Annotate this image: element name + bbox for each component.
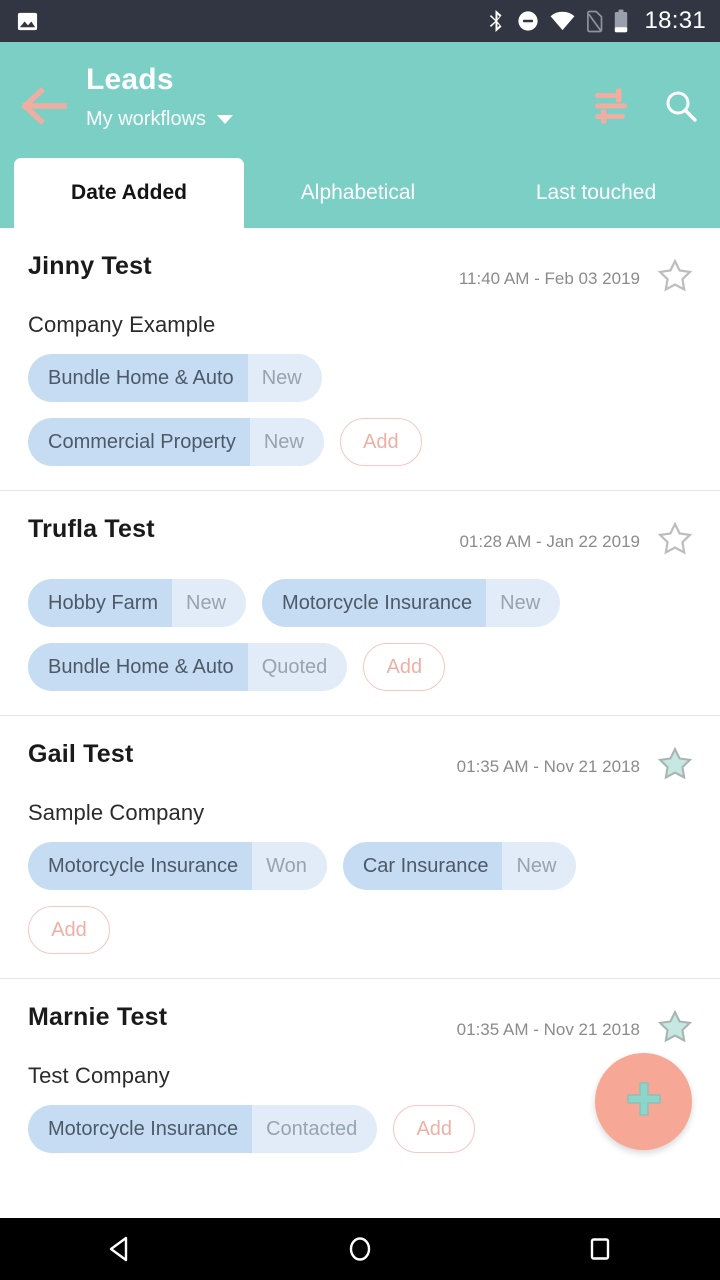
nav-home-icon[interactable]	[300, 1234, 420, 1264]
policy-chip-label: Motorcycle Insurance	[28, 1105, 253, 1153]
android-nav-bar	[0, 1218, 720, 1280]
policy-chip[interactable]: Hobby Farm New	[28, 579, 247, 627]
page-title: Leads	[86, 63, 174, 96]
chip-row: Commercial Property New Add	[28, 418, 694, 466]
policy-chip-label: Commercial Property	[28, 418, 250, 466]
policy-chip[interactable]: Motorcycle Insurance New	[262, 579, 561, 627]
policy-chip[interactable]: Car Insurance New	[342, 842, 577, 890]
policy-chip-status: New	[502, 842, 577, 890]
star-filled-icon[interactable]	[656, 1008, 694, 1051]
lead-timestamp: 01:35 AM - Nov 21 2018	[456, 1019, 640, 1039]
workflow-label: My workflows	[86, 107, 207, 130]
policy-chip-label: Motorcycle Insurance	[262, 579, 487, 627]
lead-company: Sample Company	[28, 800, 205, 825]
list-item[interactable]: Gail Test 01:35 AM - Nov 21 2018 Sample …	[0, 715, 720, 978]
policy-chip-status: New	[486, 579, 561, 627]
chip-row: Hobby Farm New Motorcycle Insurance New	[28, 579, 694, 627]
chip-row: Bundle Home & Auto Quoted Add	[28, 643, 694, 691]
star-outline-icon[interactable]	[656, 520, 694, 563]
add-policy-button[interactable]: Add	[28, 906, 110, 954]
lead-name: Trufla Test	[28, 515, 155, 543]
lead-timestamp: 01:28 AM - Jan 22 2019	[459, 531, 640, 551]
sort-tabs: Date Added Alphabetical Last touched	[0, 158, 720, 228]
add-policy-button[interactable]: Add	[393, 1105, 476, 1153]
policy-chip-status: New	[172, 579, 247, 627]
lead-header: Jinny Test 11:40 AM - Feb 03 2019	[28, 252, 694, 300]
nav-recents-icon[interactable]	[540, 1235, 660, 1263]
battery-icon	[614, 9, 628, 33]
chip-row: Motorcycle Insurance Won Car Insurance N…	[28, 842, 694, 890]
tab-alphabetical[interactable]: Alphabetical	[244, 158, 472, 228]
nav-back-icon[interactable]	[60, 1234, 180, 1264]
policy-chip[interactable]: Commercial Property New	[28, 418, 324, 466]
no-sim-icon	[586, 10, 603, 33]
search-icon[interactable]	[664, 89, 698, 128]
lead-name: Marnie Test	[28, 1003, 168, 1031]
chip-row: Add	[28, 906, 694, 954]
plus-icon	[623, 1078, 665, 1125]
app-header: Leads My workflows Date Added Alphabetic…	[0, 42, 720, 228]
back-arrow-icon[interactable]	[21, 64, 78, 131]
add-policy-button[interactable]: Add	[363, 643, 446, 691]
lead-header: Marnie Test 01:35 AM - Nov 21 2018	[28, 1003, 694, 1051]
add-lead-fab[interactable]	[595, 1053, 692, 1150]
policy-chip-status: New	[247, 354, 322, 402]
policy-chip[interactable]: Bundle Home & Auto Quoted	[28, 643, 348, 691]
chip-row: Motorcycle Insurance Contacted Add	[28, 1105, 694, 1153]
policy-chip[interactable]: Bundle Home & Auto New	[28, 354, 322, 402]
lead-timestamp: 11:40 AM - Feb 03 2019	[458, 268, 640, 288]
bluetooth-icon	[487, 9, 506, 33]
policy-chip-label: Bundle Home & Auto	[28, 354, 248, 402]
lead-name: Gail Test	[28, 740, 134, 768]
lead-company: Company Example	[28, 312, 216, 337]
phone-screen: 18:31 Leads My workflows Date Added Alph…	[0, 0, 720, 1280]
chevron-down-icon	[217, 114, 234, 124]
policy-chip-status: New	[249, 418, 324, 466]
lead-company: Test Company	[28, 1063, 170, 1088]
star-outline-icon[interactable]	[656, 257, 694, 300]
policy-chip[interactable]: Motorcycle Insurance Won	[28, 842, 327, 890]
policy-chip-label: Motorcycle Insurance	[28, 842, 253, 890]
star-filled-icon[interactable]	[656, 745, 694, 788]
policy-chip[interactable]: Motorcycle Insurance Contacted	[28, 1105, 378, 1153]
policy-chip-status: Quoted	[247, 643, 348, 691]
wifi-icon	[550, 11, 575, 31]
policy-chip-label: Car Insurance	[342, 842, 503, 890]
lead-header: Gail Test 01:35 AM - Nov 21 2018	[28, 740, 694, 788]
policy-chip-label: Hobby Farm	[28, 579, 173, 627]
policy-chip-status: Contacted	[252, 1105, 378, 1153]
chip-row: Bundle Home & Auto New	[28, 354, 694, 402]
list-item[interactable]: Jinny Test 11:40 AM - Feb 03 2019 Compan…	[0, 228, 720, 490]
add-policy-button[interactable]: Add	[339, 418, 422, 466]
filter-sliders-icon[interactable]	[592, 86, 632, 131]
list-item[interactable]: Trufla Test 01:28 AM - Jan 22 2019 Hobby…	[0, 490, 720, 715]
workflow-selector[interactable]: My workflows	[86, 108, 592, 131]
status-bar: 18:31	[0, 0, 720, 42]
lead-timestamp: 01:35 AM - Nov 21 2018	[456, 756, 640, 776]
status-bar-clock: 18:31	[644, 7, 706, 34]
lead-header: Trufla Test 01:28 AM - Jan 22 2019	[28, 515, 694, 563]
tab-date-added[interactable]: Date Added	[14, 158, 244, 228]
do-not-disturb-icon	[517, 10, 539, 32]
lead-name: Jinny Test	[28, 252, 152, 280]
policy-chip-label: Bundle Home & Auto	[28, 643, 248, 691]
image-icon	[16, 10, 39, 33]
tab-last-touched[interactable]: Last touched	[472, 158, 720, 228]
policy-chip-status: Won	[252, 842, 327, 890]
